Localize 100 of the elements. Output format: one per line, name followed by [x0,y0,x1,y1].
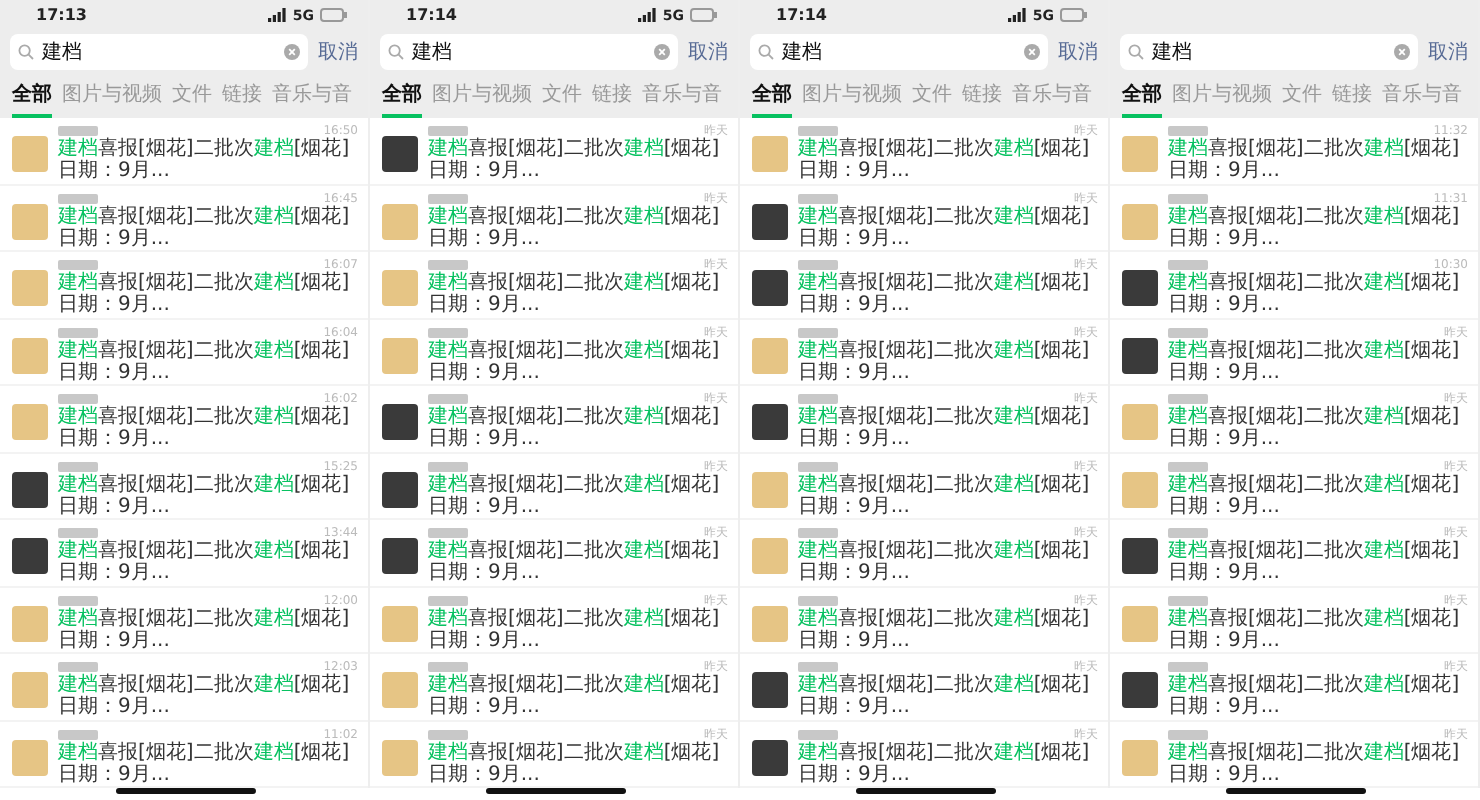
search-icon [758,44,774,60]
filter-tab[interactable]: 全部 [12,78,52,118]
message-preview[interactable]: 建档喜报[烟花]二批次建档[烟花]日期：9月... [428,473,728,517]
message-preview[interactable]: 建档喜报[烟花]二批次建档[烟花]日期：9月... [1168,339,1468,383]
message-preview[interactable]: 建档喜报[烟花]二批次建档[烟花]日期：9月... [58,205,358,249]
message-preview[interactable]: 建档喜报[烟花]二批次建档[烟花]日期：9月... [798,138,1098,182]
redacted-name [58,595,98,605]
message-preview[interactable]: 建档喜报[烟花]二批次建档[烟花]日期：9月... [1168,607,1468,651]
message-preview[interactable]: 建档喜报[烟花]二批次建档[烟花]日期：9月... [58,406,358,450]
cancel-button[interactable]: 取消 [1428,38,1468,66]
clear-icon[interactable] [284,44,300,60]
cancel-button[interactable]: 取消 [688,38,728,66]
message-preview[interactable]: 建档喜报[烟花]二批次建档[烟花]日期：9月... [428,205,728,249]
search-icon [18,44,34,60]
message-preview[interactable]: 建档喜报[烟花]二批次建档[烟花]日期：9月... [798,607,1098,651]
message-preview[interactable]: 建档喜报[烟花]二批次建档[烟花]日期：9月... [428,406,728,450]
message-preview[interactable]: 建档喜报[烟花]二批次建档[烟花]日期：9月... [1168,741,1468,785]
search-field[interactable]: 建档 [750,34,1048,70]
message-preview[interactable]: 建档喜报[烟花]二批次建档[烟花]日期：9月... [428,272,728,316]
clear-icon[interactable] [1394,44,1410,60]
message-preview[interactable]: 建档喜报[烟花]二批次建档[烟花]日期：9月... [1168,473,1468,517]
redacted-name [798,662,838,672]
message-preview[interactable]: 建档喜报[烟花]二批次建档[烟花]日期：9月... [1168,205,1468,249]
status-time: 17:14 [776,6,827,24]
clear-icon[interactable] [1024,44,1040,60]
redacted-name [428,126,468,136]
redacted-name [1168,394,1208,404]
signal-icon [268,8,287,22]
home-indicator [485,788,625,794]
message-preview[interactable]: 建档喜报[烟花]二批次建档[烟花]日期：9月... [428,540,728,584]
redacted-name [428,662,468,672]
message-preview[interactable]: 建档喜报[烟花]二批次建档[烟花]日期：9月... [798,205,1098,249]
home-indicator [1225,788,1365,794]
message-preview[interactable]: 建档喜报[烟花]二批次建档[烟花]日期：9月... [798,473,1098,517]
message-preview[interactable]: 建档喜报[烟花]二批次建档[烟花]日期：9月... [1168,406,1468,450]
message-preview[interactable]: 建档喜报[烟花]二批次建档[烟花]日期：9月... [428,674,728,718]
search-icon [1128,44,1144,60]
message-preview[interactable]: 建档喜报[烟花]二批次建档[烟花]日期：9月... [428,339,728,383]
filter-tab[interactable]: 全部 [752,78,792,118]
message-preview[interactable]: 建档喜报[烟花]二批次建档[烟花]日期：9月... [58,339,358,383]
redacted-name [798,327,838,337]
status-time: 17:13 [36,6,87,24]
clear-icon[interactable] [654,44,670,60]
redacted-name [798,528,838,538]
search-field[interactable]: 建档 [380,34,678,70]
redacted-name [58,327,98,337]
message-preview[interactable]: 建档喜报[烟花]二批次建档[烟花]日期：9月... [798,272,1098,316]
redacted-name [798,193,838,203]
message-preview[interactable]: 建档喜报[烟花]二批次建档[烟花]日期：9月... [428,741,728,785]
message-preview[interactable]: 建档喜报[烟花]二批次建档[烟花]日期：9月... [798,741,1098,785]
redacted-name [1168,461,1208,471]
search-field[interactable]: 建档 [1120,34,1418,70]
search-icon [388,44,404,60]
message-preview[interactable]: 建档喜报[烟花]二批次建档[烟花]日期：9月... [58,607,358,651]
redacted-name [798,260,838,270]
battery-icon [1060,8,1088,22]
message-preview[interactable]: 建档喜报[烟花]二批次建档[烟花]日期：9月... [798,406,1098,450]
search-field[interactable]: 建档 [10,34,308,70]
message-preview[interactable]: 建档喜报[烟花]二批次建档[烟花]日期：9月... [1168,138,1468,182]
redacted-name [428,729,468,739]
message-preview[interactable]: 建档喜报[烟花]二批次建档[烟花]日期：9月... [1168,272,1468,316]
redacted-name [798,461,838,471]
signal-icon [1008,8,1027,22]
cancel-button[interactable]: 取消 [1058,38,1098,66]
redacted-name [58,394,98,404]
message-preview[interactable]: 建档喜报[烟花]二批次建档[烟花]日期：9月... [798,674,1098,718]
cancel-button[interactable]: 取消 [318,38,358,66]
redacted-name [798,595,838,605]
redacted-name [428,461,468,471]
redacted-name [428,193,468,203]
message-preview[interactable]: 建档喜报[烟花]二批次建档[烟花]日期：9月... [58,138,358,182]
redacted-name [58,193,98,203]
redacted-name [1168,193,1208,203]
redacted-name [1168,528,1208,538]
redacted-name [1168,327,1208,337]
message-preview[interactable]: 建档喜报[烟花]二批次建档[烟花]日期：9月... [1168,674,1468,718]
redacted-name [1168,729,1208,739]
message-preview[interactable]: 建档喜报[烟花]二批次建档[烟花]日期：9月... [428,138,728,182]
home-indicator [115,788,255,794]
message-preview[interactable]: 建档喜报[烟花]二批次建档[烟花]日期：9月... [798,540,1098,584]
redacted-name [1168,662,1208,672]
home-indicator [855,788,995,794]
message-preview[interactable]: 建档喜报[烟花]二批次建档[烟花]日期：9月... [58,272,358,316]
redacted-name [798,729,838,739]
battery-icon [690,8,718,22]
message-preview[interactable]: 建档喜报[烟花]二批次建档[烟花]日期：9月... [58,540,358,584]
redacted-name [1168,260,1208,270]
message-preview[interactable]: 建档喜报[烟花]二批次建档[烟花]日期：9月... [58,741,358,785]
message-preview[interactable]: 建档喜报[烟花]二批次建档[烟花]日期：9月... [58,473,358,517]
redacted-name [58,528,98,538]
message-preview[interactable]: 建档喜报[烟花]二批次建档[烟花]日期：9月... [428,607,728,651]
message-preview[interactable]: 建档喜报[烟花]二批次建档[烟花]日期：9月... [798,339,1098,383]
filter-tab[interactable]: 全部 [1122,78,1162,118]
filter-tab[interactable]: 全部 [382,78,422,118]
message-preview[interactable]: 建档喜报[烟花]二批次建档[烟花]日期：9月... [58,674,358,718]
redacted-name [428,327,468,337]
redacted-name [798,394,838,404]
redacted-name [1168,595,1208,605]
message-preview[interactable]: 建档喜报[烟花]二批次建档[烟花]日期：9月... [1168,540,1468,584]
redacted-name [58,662,98,672]
